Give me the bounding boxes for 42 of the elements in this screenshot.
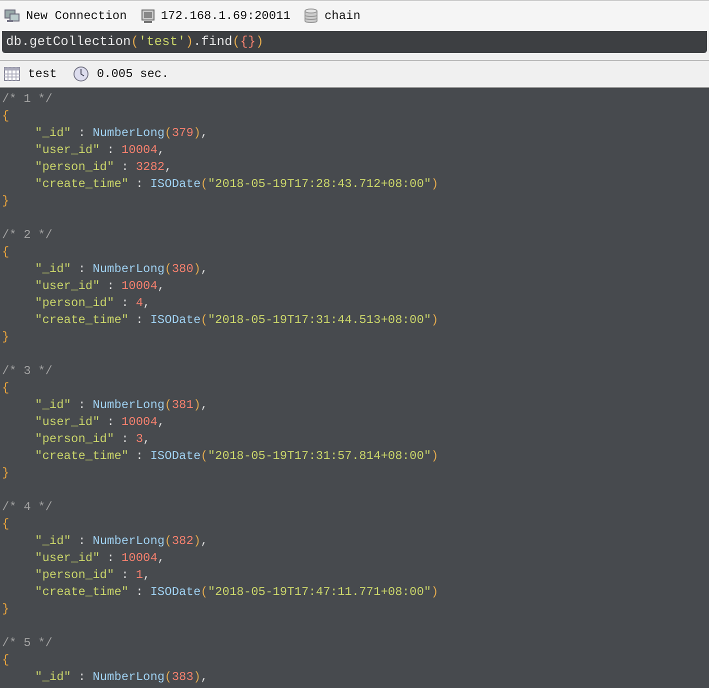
code-line: "user_id" : 10004,: [34, 414, 166, 431]
brace: {: [2, 244, 10, 261]
code-line: "create_time" : ISODate("2018-05-19T17:31:57.814+08:00"): [34, 448, 440, 465]
database-icon: [304, 8, 318, 24]
brace: {: [2, 652, 10, 669]
code-line: "create_time" : ISODate("2018-05-19T17:31:44.513+08:00"): [34, 312, 440, 329]
code-line: "_id" : NumberLong(382),: [34, 533, 209, 550]
code-line: "create_time" : ISODate("2018-05-19T17:47:11.771+08:00"): [34, 584, 440, 601]
collection-name: test: [28, 66, 57, 83]
server-address: 172.168.1.69:20011: [160, 8, 290, 25]
brace: }: [2, 465, 10, 482]
code-line: "user_id" : 10004,: [34, 278, 166, 295]
code-comment: /* 1 */: [2, 91, 54, 108]
code-line: "person_id" : 4,: [34, 295, 152, 312]
code-line: "_id" : NumberLong(381),: [34, 397, 209, 414]
code-line: "_id" : NumberLong(380),: [34, 261, 209, 278]
code-line: "person_id" : 3282,: [34, 159, 173, 176]
code-line: "person_id" : 3,: [34, 431, 152, 448]
brace: {: [2, 516, 10, 533]
brace: {: [2, 108, 10, 125]
brace: {: [2, 380, 10, 397]
code-comment: /* 3 */: [2, 363, 54, 380]
query-time: 0.005 sec.: [96, 66, 169, 83]
code-line: "create_time" : ISODate("2018-05-19T17:28:43.712+08:00"): [34, 176, 440, 193]
brace: }: [2, 329, 10, 346]
table-icon: [4, 67, 20, 81]
computer-icon: [4, 8, 20, 24]
database-name: chain: [324, 8, 360, 25]
brace: }: [2, 601, 10, 618]
code-line: "user_id" : 10004,: [34, 142, 166, 159]
clock-icon: [72, 66, 89, 82]
code-line: "user_id" : 10004,: [34, 550, 166, 567]
query-field[interactable]: db.getCollection('test').find({}): [2, 31, 707, 53]
code-line: "_id" : NumberLong(379),: [34, 125, 209, 142]
brace: }: [2, 193, 10, 210]
code-line: "_id" : NumberLong(383),: [34, 669, 209, 686]
monitor-icon: [140, 8, 155, 24]
code-line: "person_id" : 1,: [34, 567, 152, 584]
code-comment: /* 2 */: [2, 227, 54, 244]
code-comment: /* 4 */: [2, 499, 54, 516]
code-comment: /* 5 */: [2, 635, 54, 652]
connection-name: New Connection: [26, 8, 127, 25]
